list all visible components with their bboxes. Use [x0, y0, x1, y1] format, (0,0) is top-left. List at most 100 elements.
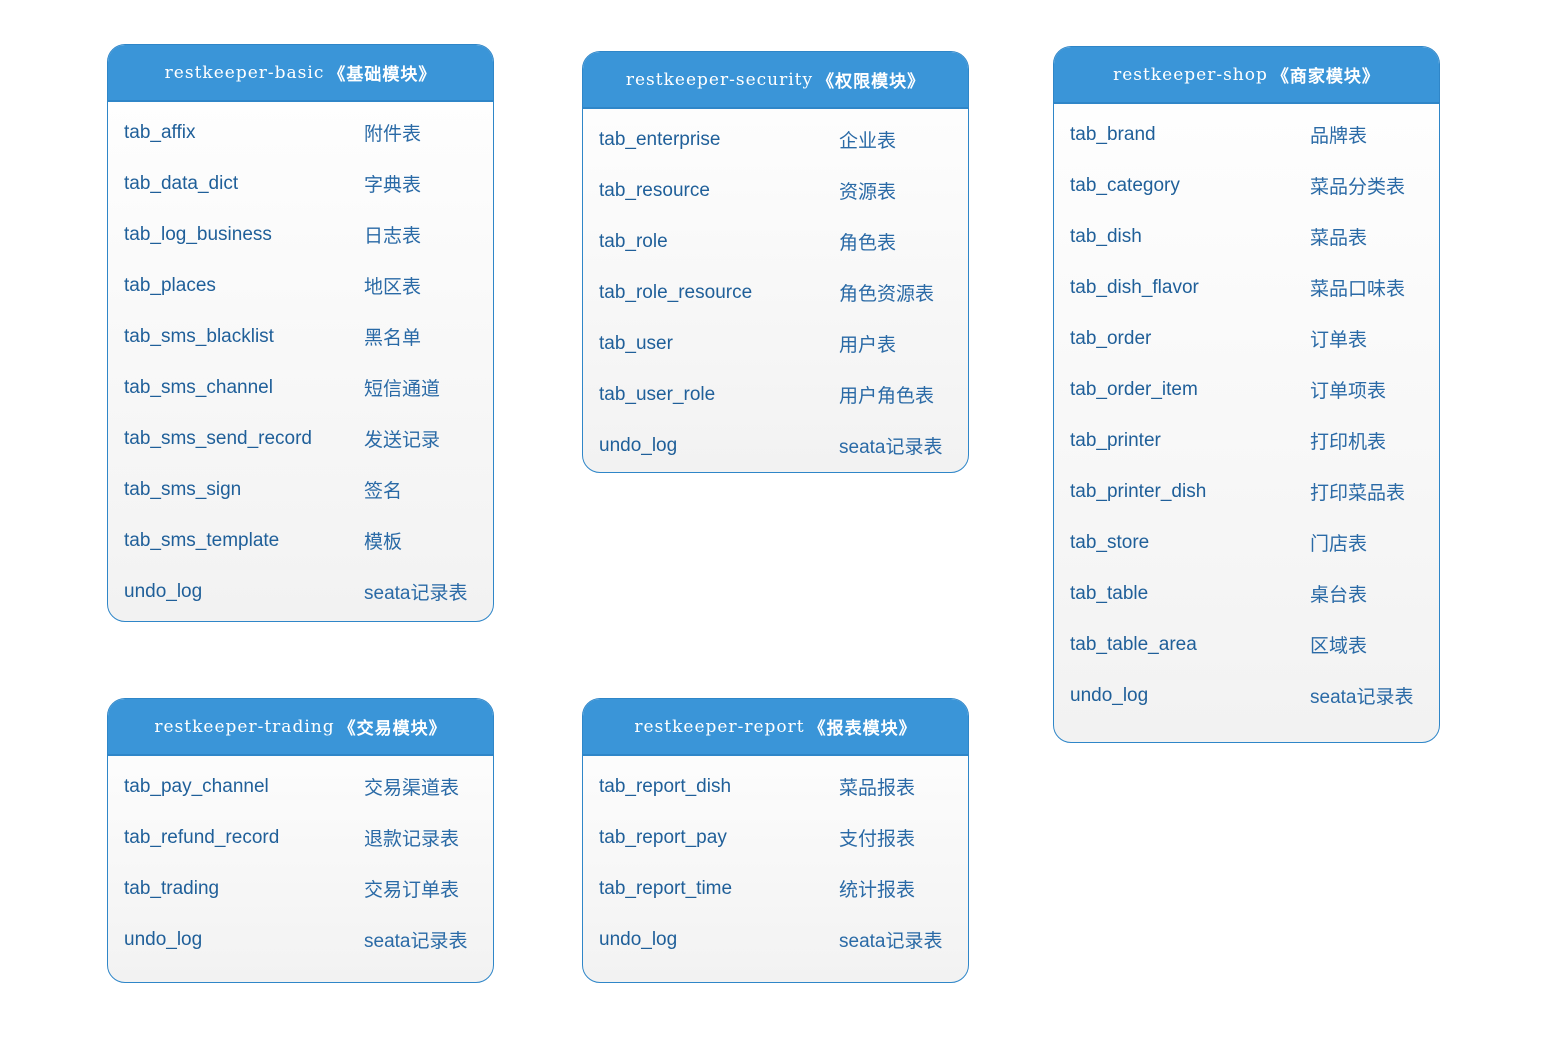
table-name: tab_report_pay: [599, 826, 727, 848]
table-row: tab_role 角色表: [583, 216, 968, 267]
module-name: restkeeper-trading: [154, 716, 335, 737]
table-row: tab_brand 品牌表: [1054, 109, 1439, 160]
table-row: tab_store 门店表: [1054, 517, 1439, 568]
table-name: tab_order: [1070, 327, 1152, 349]
table-name: tab_printer_dish: [1070, 480, 1207, 502]
table-name: undo_log: [599, 928, 678, 950]
module-header: restkeeper-trading 《交易模块》: [108, 699, 493, 756]
table-name: tab_table_area: [1070, 633, 1197, 655]
table-name: tab_category: [1070, 174, 1180, 196]
table-name: tab_brand: [1070, 123, 1156, 145]
table-row: tab_printer 打印机表: [1054, 415, 1439, 466]
table-name: undo_log: [1070, 684, 1149, 706]
table-description: 桌台表: [1310, 585, 1368, 606]
table-name: tab_affix: [124, 121, 196, 143]
module-name: restkeeper-shop: [1113, 64, 1268, 85]
table-name: tab_order_item: [1070, 378, 1198, 400]
table-description: 模板: [364, 532, 403, 553]
module-table-list: tab_affix 附件表 tab_data_dict 字典表 tab_log_busi…: [108, 102, 493, 617]
table-name: undo_log: [124, 580, 203, 602]
table-description: 企业表: [839, 131, 897, 152]
table-row: tab_order 订单表: [1054, 313, 1439, 364]
module-cn-name: 《报表模块》: [808, 719, 917, 739]
table-row: tab_dish_flavor 菜品口味表: [1054, 262, 1439, 313]
table-name: tab_trading: [124, 877, 220, 899]
table-description: 角色表: [839, 233, 897, 254]
table-row: tab_report_dish 菜品报表: [583, 761, 968, 812]
table-description: 交易渠道表: [364, 778, 460, 799]
table-row: tab_affix 附件表: [108, 107, 493, 158]
table-row: tab_table 桌台表: [1054, 568, 1439, 619]
table-description: 字典表: [364, 175, 422, 196]
table-name: tab_printer: [1070, 429, 1161, 451]
table-name: tab_user_role: [599, 383, 716, 405]
table-description: 退款记录表: [364, 829, 460, 850]
table-description: 地区表: [364, 277, 422, 298]
table-row: tab_resource 资源表: [583, 165, 968, 216]
table-description: seata记录表: [839, 931, 943, 952]
table-name: tab_store: [1070, 531, 1150, 553]
table-description: 日志表: [364, 226, 422, 247]
table-row: undo_log seata记录表: [1054, 670, 1439, 721]
module-header: restkeeper-shop 《商家模块》: [1054, 47, 1439, 104]
table-row: tab_sms_sign 签名: [108, 464, 493, 515]
table-name: tab_dish: [1070, 225, 1142, 247]
table-row: tab_sms_send_record 发送记录: [108, 413, 493, 464]
table-description: 短信通道: [364, 379, 441, 400]
table-name: tab_enterprise: [599, 128, 721, 150]
module-header: restkeeper-security 《权限模块》: [583, 52, 968, 109]
table-name: tab_pay_channel: [124, 775, 269, 797]
table-name: tab_sms_sign: [124, 478, 242, 500]
table-row: tab_enterprise 企业表: [583, 114, 968, 165]
table-description: seata记录表: [1310, 687, 1414, 708]
table-description: 签名: [364, 481, 403, 502]
module-header: restkeeper-report 《报表模块》: [583, 699, 968, 756]
table-row: tab_sms_template 模板: [108, 515, 493, 566]
table-name: tab_sms_channel: [124, 376, 273, 398]
table-name: tab_role: [599, 230, 668, 252]
table-description: 用户表: [839, 335, 897, 356]
table-description: seata记录表: [364, 583, 468, 604]
table-description: 交易订单表: [364, 880, 460, 901]
table-row: tab_pay_channel 交易渠道表: [108, 761, 493, 812]
module-table-list: tab_brand 品牌表 tab_category 菜品分类表 tab_dish 菜品表…: [1054, 104, 1439, 721]
table-row: tab_role_resource 角色资源表: [583, 267, 968, 318]
table-name: tab_dish_flavor: [1070, 276, 1199, 298]
module-cn-name: 《基础模块》: [328, 65, 437, 85]
module-trading: restkeeper-trading 《交易模块》 tab_pay_channe…: [107, 698, 494, 983]
table-description: 菜品分类表: [1310, 177, 1406, 198]
table-description: 品牌表: [1310, 126, 1368, 147]
module-cn-name: 《商家模块》: [1271, 67, 1380, 87]
table-description: 菜品报表: [839, 778, 916, 799]
table-name: undo_log: [124, 928, 203, 950]
table-row: tab_sms_blacklist 黑名单: [108, 311, 493, 362]
table-row: tab_table_area 区域表: [1054, 619, 1439, 670]
table-row: tab_report_time 统计报表: [583, 863, 968, 914]
table-row: tab_data_dict 字典表: [108, 158, 493, 209]
table-name: tab_role_resource: [599, 281, 753, 303]
table-name: tab_table: [1070, 582, 1149, 604]
table-description: seata记录表: [839, 437, 943, 458]
module-shop: restkeeper-shop 《商家模块》 tab_brand 品牌表 tab_c…: [1053, 46, 1440, 743]
table-description: 支付报表: [839, 829, 916, 850]
table-name: tab_report_time: [599, 877, 733, 899]
table-row: tab_refund_record 退款记录表: [108, 812, 493, 863]
module-report: restkeeper-report 《报表模块》 tab_report_dish…: [582, 698, 969, 983]
table-name: tab_user: [599, 332, 673, 354]
table-row: tab_log_business 日志表: [108, 209, 493, 260]
table-row: tab_sms_channel 短信通道: [108, 362, 493, 413]
module-table-list: tab_report_dish 菜品报表 tab_report_pay 支付报表 tab…: [583, 756, 968, 965]
table-name: tab_refund_record: [124, 826, 280, 848]
table-row: tab_user 用户表: [583, 318, 968, 369]
table-row: undo_log seata记录表: [108, 914, 493, 965]
table-description: 附件表: [364, 124, 422, 145]
table-row: tab_places 地区表: [108, 260, 493, 311]
module-cn-name: 《权限模块》: [817, 72, 926, 92]
module-cn-name: 《交易模块》: [338, 719, 447, 739]
table-name: tab_resource: [599, 179, 710, 201]
table-description: 黑名单: [364, 328, 422, 349]
table-row: tab_order_item 订单项表: [1054, 364, 1439, 415]
table-description: 资源表: [839, 182, 897, 203]
table-description: 门店表: [1310, 534, 1368, 555]
module-name: restkeeper-security: [625, 69, 814, 90]
